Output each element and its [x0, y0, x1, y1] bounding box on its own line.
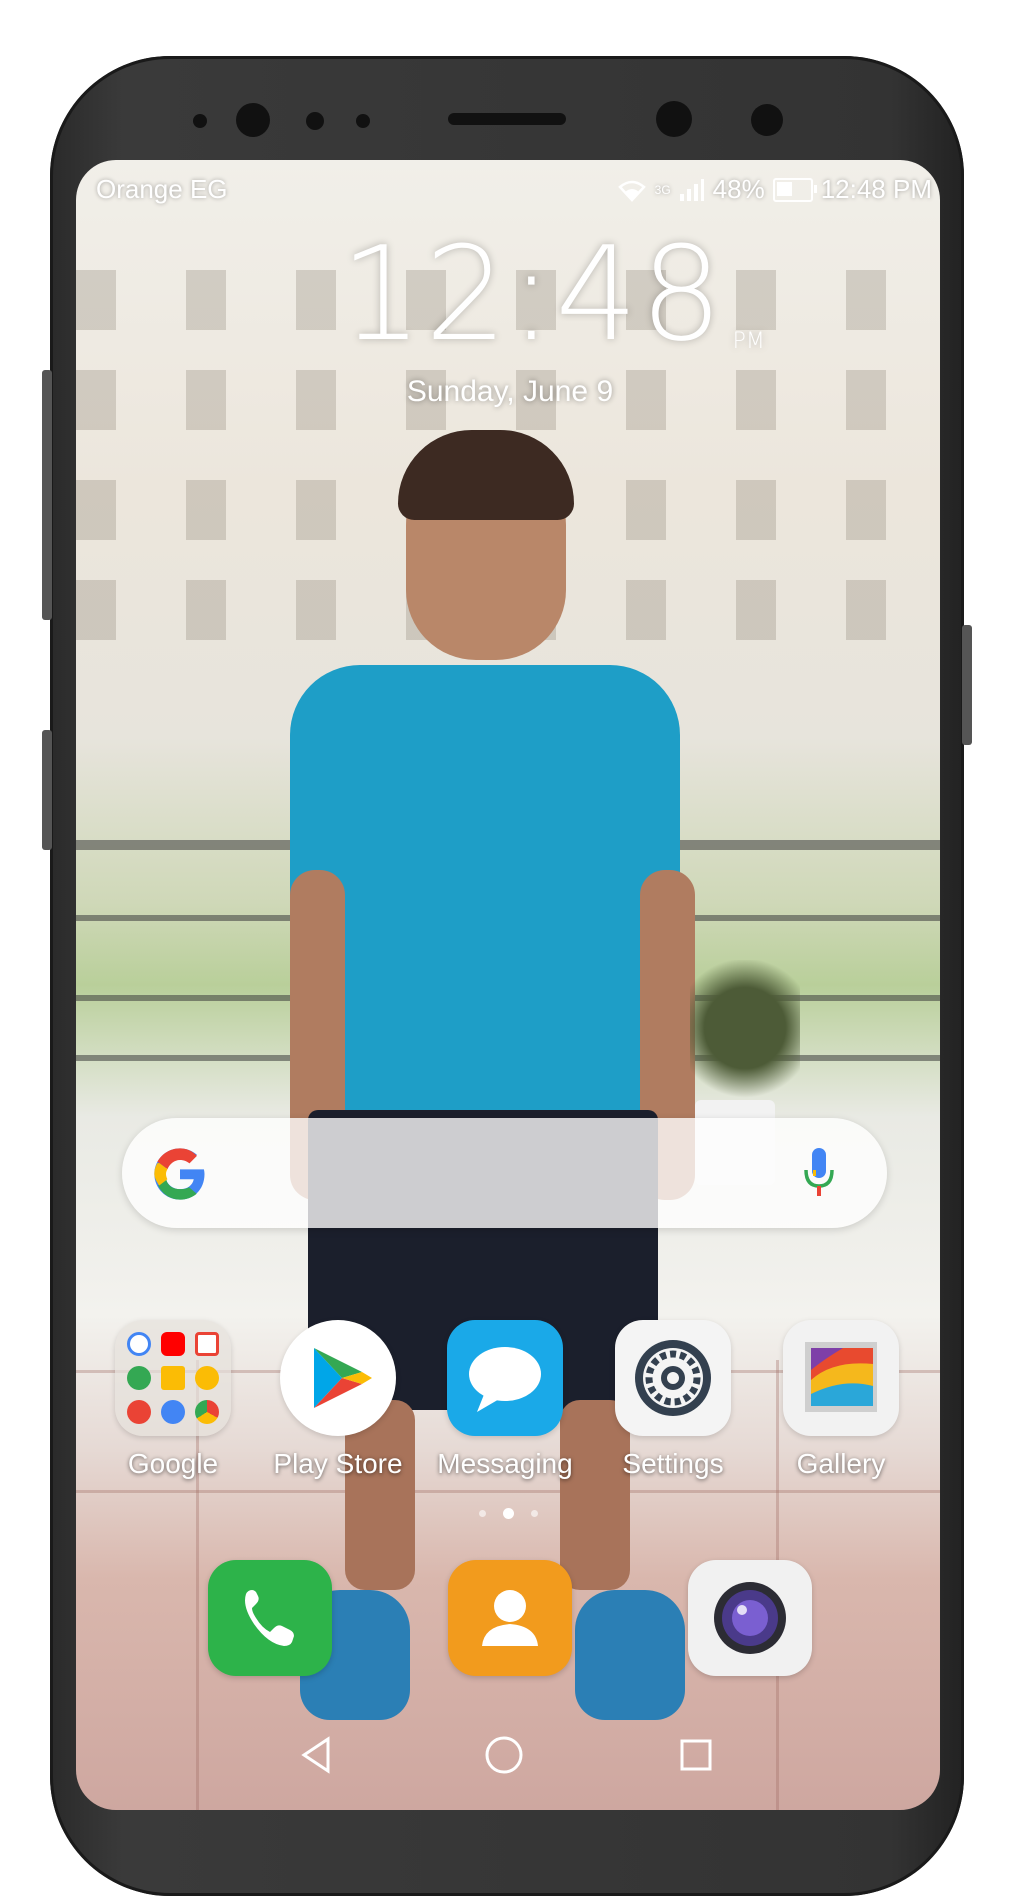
front-sensor [193, 114, 207, 128]
network-type: 3G [654, 182, 671, 197]
power-button [962, 625, 972, 745]
app-play-store[interactable]: Play Store [263, 1320, 413, 1480]
app-label: Settings [622, 1448, 724, 1479]
signal-icon [679, 178, 704, 201]
play-store-icon [280, 1320, 396, 1436]
earpiece [448, 113, 566, 125]
microphone-icon[interactable] [799, 1144, 839, 1204]
page-dot [531, 1510, 538, 1517]
volume-button [42, 370, 52, 620]
clock-time: 12:48 [340, 218, 725, 370]
app-gallery[interactable]: Gallery [766, 1320, 916, 1480]
carrier-name: Orange EG [96, 174, 228, 204]
recents-square-icon[interactable] [676, 1733, 716, 1777]
home-circle-icon[interactable] [482, 1733, 526, 1777]
clock-date: Sunday, June 9 [406, 375, 614, 408]
gallery-icon [783, 1320, 899, 1436]
page-indicator [475, 1507, 545, 1521]
app-settings[interactable]: Settings [598, 1320, 748, 1480]
page-dot [479, 1510, 486, 1517]
front-camera [656, 101, 692, 137]
status-bar: Orange EG 3G 48% 12:48 PM [96, 170, 932, 210]
app-label: Play Store [273, 1448, 403, 1479]
page-dot-active [503, 1508, 514, 1519]
battery-percent: 48% [712, 174, 765, 204]
phone-icon[interactable] [208, 1560, 332, 1676]
wifi-icon [617, 180, 646, 202]
clock-widget[interactable]: 12:48 PM [340, 218, 765, 370]
battery-icon [772, 177, 817, 202]
google-folder-icon [115, 1320, 231, 1436]
settings-gear-icon [615, 1320, 731, 1436]
status-time: 12:48 PM [820, 174, 932, 204]
navigation-bar [76, 1715, 940, 1805]
bixby-button [42, 730, 52, 850]
app-label: Gallery [796, 1448, 886, 1479]
app-messaging[interactable]: Messaging [430, 1320, 580, 1480]
clock-ampm: PM [732, 329, 765, 354]
front-sensor [236, 103, 270, 137]
contacts-icon[interactable] [448, 1560, 572, 1676]
app-label: Google [127, 1448, 219, 1479]
front-sensor [356, 114, 370, 128]
camera-icon[interactable] [688, 1560, 812, 1676]
front-sensor [306, 112, 324, 130]
app-label: Messaging [437, 1448, 573, 1479]
app-google-folder[interactable]: Google [98, 1320, 248, 1480]
messaging-icon [447, 1320, 563, 1436]
google-g-icon [154, 1148, 205, 1200]
front-sensor [751, 104, 783, 136]
google-search-bar[interactable] [122, 1118, 887, 1228]
back-triangle-icon[interactable] [296, 1733, 336, 1777]
